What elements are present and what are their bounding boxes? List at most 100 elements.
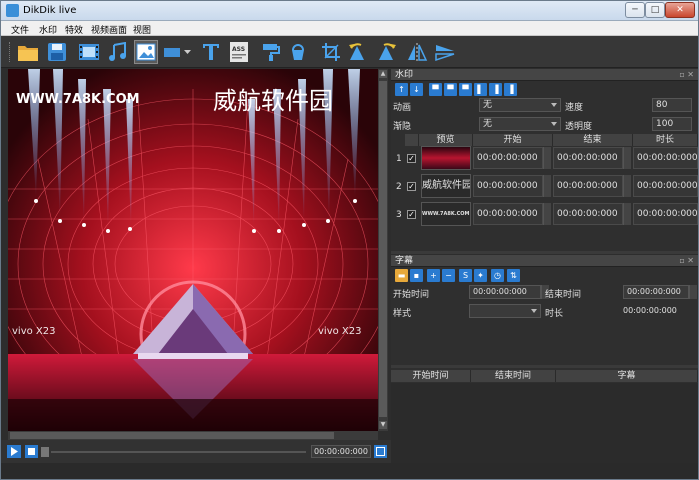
end-time-field[interactable]: 00:00:00:000 [553, 203, 623, 225]
panel-splitter[interactable] [391, 251, 698, 254]
opacity-value: 100 [656, 119, 674, 129]
save-icon[interactable] [45, 40, 69, 64]
end-time-spinner[interactable] [623, 203, 631, 225]
paint-roller-icon[interactable] [259, 40, 283, 64]
end-time-spinner[interactable] [623, 147, 631, 169]
opacity-spinbox[interactable]: 100 [652, 117, 692, 131]
subtitle-end-time-input[interactable]: 00:00:00:000 [623, 285, 689, 299]
col-duration-header: 时长 [633, 134, 698, 146]
text-tool-icon[interactable] [199, 40, 223, 64]
video-film-icon[interactable] [77, 40, 101, 64]
start-time-field[interactable]: 00:00:00:000 [473, 175, 543, 197]
chevron-down-icon [551, 103, 557, 107]
panel-float-close-icon[interactable]: ▫ ✕ [679, 255, 694, 267]
menu-video-frame[interactable]: 视频画面 [91, 23, 127, 36]
duration-field[interactable]: 00:00:00:000 [633, 147, 698, 169]
rotate-right-icon[interactable] [375, 40, 399, 64]
row-checkbox[interactable]: ✓ [407, 210, 416, 219]
start-time-spinner[interactable] [543, 147, 551, 169]
move-up-icon[interactable]: ↑ [395, 83, 408, 96]
remove-icon[interactable]: − [442, 269, 455, 282]
toolbar-grip [9, 42, 12, 62]
play-icon[interactable] [7, 445, 21, 458]
align-right-icon[interactable]: ▐ [504, 83, 517, 96]
brand-logo-right: vivo X23 [318, 326, 362, 337]
horizontal-scrollbar[interactable] [8, 431, 378, 440]
duration-field[interactable]: 00:00:00:000 [633, 175, 698, 197]
chevron-down-icon[interactable] [183, 40, 193, 64]
music-note-icon[interactable] [105, 40, 129, 64]
open-folder-icon[interactable] [16, 40, 40, 64]
speed-label: 速度 [565, 103, 584, 113]
clock-icon[interactable]: ◷ [491, 269, 504, 282]
animation-select[interactable]: 无 [479, 98, 561, 112]
speed-spinbox[interactable]: 80 [652, 98, 692, 112]
paint-bucket-icon[interactable] [286, 40, 310, 64]
start-time-field[interactable]: 00:00:00:000 [473, 203, 543, 225]
end-time-field[interactable]: 00:00:00:000 [553, 147, 623, 169]
add-icon[interactable]: + [427, 269, 440, 282]
close-button[interactable]: ✕ [665, 2, 695, 18]
subtitle-style-select[interactable] [469, 304, 541, 318]
watermark-text-overlay[interactable]: 威航软件园 [213, 87, 333, 115]
align-top-right-icon[interactable]: ▀ [459, 83, 472, 96]
sub-col-text-header: 字幕 [556, 370, 698, 382]
app-icon [6, 4, 19, 17]
end-time-spinner[interactable] [689, 285, 697, 299]
row-checkbox[interactable]: ✓ [407, 154, 416, 163]
scroll-up-icon[interactable]: ▲ [379, 70, 387, 78]
fade-select[interactable]: 无 [479, 117, 561, 131]
settings-icon[interactable]: ✦ [474, 269, 487, 282]
video-preview[interactable]: vivo X23 vivo X23 WWW.7A8K.COM 威航软件园 [8, 69, 378, 431]
row-checkbox[interactable]: ✓ [407, 182, 416, 191]
maximize-button[interactable]: □ [645, 2, 665, 18]
panel-splitter[interactable] [391, 365, 698, 368]
image-icon[interactable] [134, 40, 158, 64]
align-top-left-icon[interactable]: ▀ [429, 83, 442, 96]
crop-icon[interactable] [319, 40, 343, 64]
ass-subtitle-icon[interactable]: ASS [227, 40, 251, 64]
stop-icon[interactable] [25, 445, 38, 458]
sync-icon[interactable]: ⇅ [507, 269, 520, 282]
menu-effects[interactable]: 特效 [65, 23, 83, 36]
end-time-spinner[interactable] [623, 175, 631, 197]
duration-field[interactable]: 00:00:00:000 [633, 203, 698, 225]
flip-vertical-icon[interactable] [433, 40, 457, 64]
move-down-icon[interactable]: ↓ [410, 83, 423, 96]
start-time-spinner[interactable] [543, 175, 551, 197]
flip-horizontal-icon[interactable] [405, 40, 429, 64]
minimize-button[interactable]: ─ [625, 2, 645, 18]
subtitle-list[interactable] [391, 383, 698, 463]
col-preview-header: 预览 [419, 134, 473, 146]
seek-slider-handle[interactable] [41, 447, 49, 457]
seek-slider-track[interactable] [51, 451, 306, 453]
end-time-field[interactable]: 00:00:00:000 [553, 175, 623, 197]
scroll-down-icon[interactable]: ▼ [379, 421, 387, 429]
vertical-scrollbar[interactable]: ▲ ▼ [378, 69, 388, 431]
vertical-scroll-thumb[interactable] [379, 81, 387, 417]
start-time-spinner[interactable] [543, 203, 551, 225]
horizontal-scroll-thumb[interactable] [10, 432, 334, 439]
col-start-header: 开始 [473, 134, 553, 146]
align-top-center-icon[interactable]: ▀ [444, 83, 457, 96]
rectangle-icon[interactable] [163, 40, 181, 64]
col-end-header: 结束 [553, 134, 633, 146]
sub-col-end-header: 结束时间 [471, 370, 556, 382]
align-left-icon[interactable]: ▌ [474, 83, 487, 96]
menu-view[interactable]: 视图 [133, 23, 151, 36]
subtitle-start-time-input[interactable]: 00:00:00:000 [469, 285, 541, 299]
menu-file[interactable]: 文件 [11, 23, 29, 36]
open-folder-icon[interactable]: ▬ [395, 269, 408, 282]
start-time-field[interactable]: 00:00:00:000 [473, 147, 543, 169]
opacity-label: 透明度 [565, 122, 593, 132]
menu-bar: 文件 水印 特效 视频画面 视图 [1, 21, 698, 36]
align-center-icon[interactable]: ▐ [489, 83, 502, 96]
style-s-icon[interactable]: S [459, 269, 472, 282]
menu-watermark[interactable]: 水印 [39, 23, 57, 36]
panel-float-close-icon[interactable]: ▫ ✕ [679, 69, 694, 81]
fullscreen-icon[interactable] [374, 445, 387, 458]
save-icon[interactable]: ▪ [410, 269, 423, 282]
row-number: 1 [396, 154, 402, 164]
rotate-left-icon[interactable] [346, 40, 370, 64]
watermark-url-overlay[interactable]: WWW.7A8K.COM [16, 92, 140, 107]
